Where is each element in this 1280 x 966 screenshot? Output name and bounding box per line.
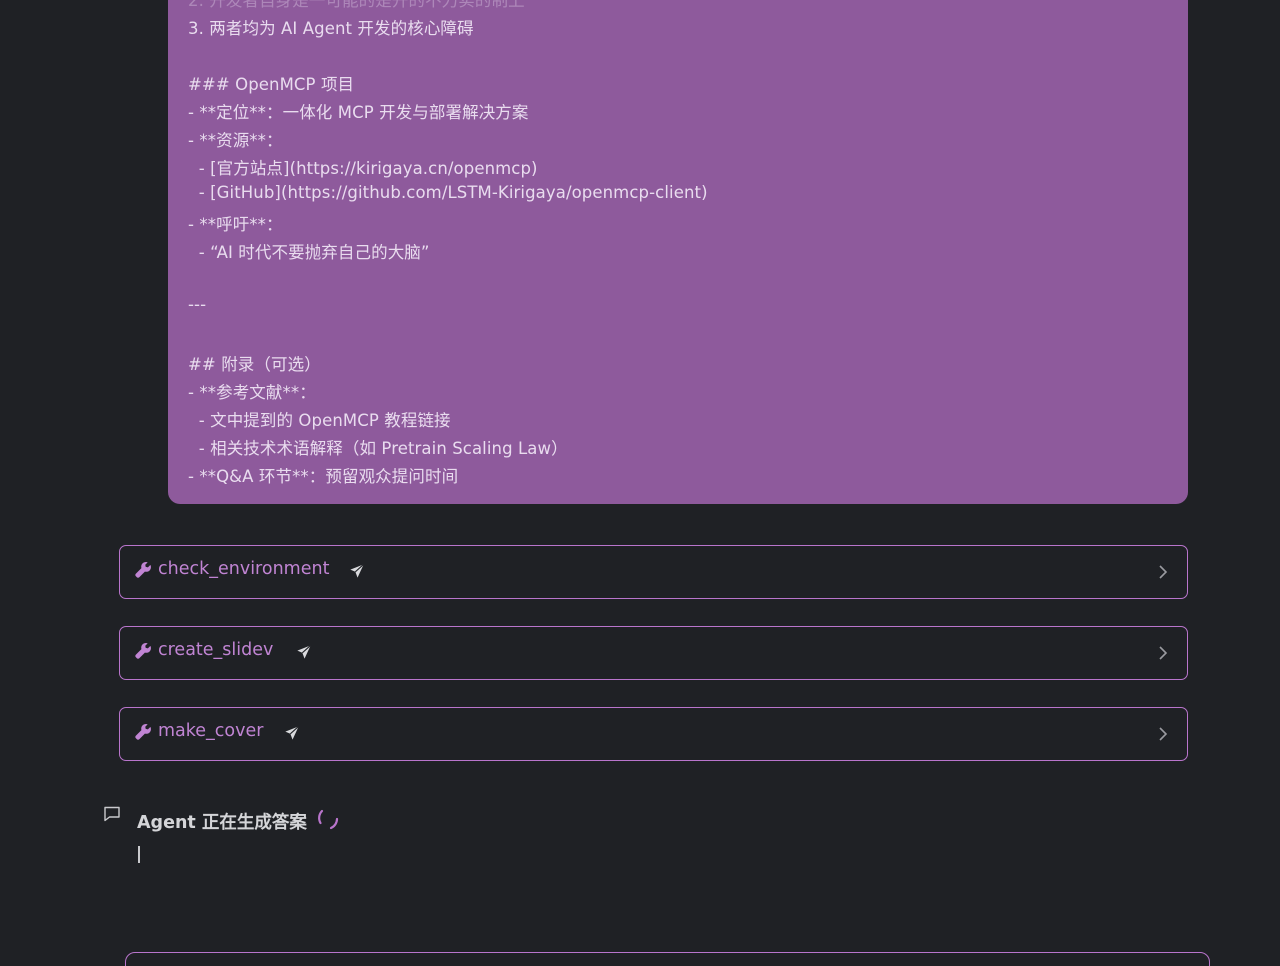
message-link-line: - [官方站点](https://kirigaya.cn/openmcp) bbox=[188, 159, 538, 178]
message-line: - **呼吁**： bbox=[188, 215, 283, 234]
wrench-icon bbox=[135, 724, 151, 740]
chevron-right-icon[interactable] bbox=[1157, 644, 1169, 662]
spinner-icon bbox=[318, 809, 339, 830]
chat-input[interactable] bbox=[125, 952, 1210, 966]
message-line: - **参考文献**： bbox=[188, 383, 316, 402]
tool-name: make_cover bbox=[158, 721, 264, 741]
tool-name: check_environment bbox=[158, 559, 330, 579]
wrench-icon bbox=[135, 643, 151, 659]
message-line: - **定位**：一体化 MCP 开发与部署解决方案 bbox=[188, 103, 529, 122]
agent-status-text: Agent 正在生成答案 bbox=[137, 813, 307, 833]
message-line: ### OpenMCP 项目 bbox=[188, 75, 355, 94]
message-icon bbox=[104, 806, 120, 822]
send-icon[interactable] bbox=[349, 563, 365, 579]
message-line: - **Q&A 环节**：预留观众提问时间 bbox=[188, 467, 459, 486]
user-message-bubble: 2. 开发者自身是一可能的是开的不力实的制上 3. 两者均为 AI Agent … bbox=[168, 0, 1188, 504]
chevron-right-icon[interactable] bbox=[1157, 725, 1169, 743]
send-icon[interactable] bbox=[284, 725, 300, 741]
tool-name: create_slidev bbox=[158, 640, 274, 660]
message-line: - “AI 时代不要抛弃自己的大脑” bbox=[188, 243, 430, 262]
text-cursor bbox=[138, 846, 140, 863]
tool-call-create-slidev[interactable]: create_slidev bbox=[119, 626, 1188, 680]
chevron-right-icon[interactable] bbox=[1157, 563, 1169, 581]
message-line: ## 附录（可选） bbox=[188, 355, 321, 374]
agent-response: Agent 正在生成答案 bbox=[100, 802, 700, 872]
wrench-icon bbox=[135, 562, 151, 578]
send-icon[interactable] bbox=[296, 644, 312, 660]
chat-page: 2. 开发者自身是一可能的是开的不力实的制上 3. 两者均为 AI Agent … bbox=[0, 0, 1280, 966]
tool-call-make-cover[interactable]: make_cover bbox=[119, 707, 1188, 761]
message-line: 3. 两者均为 AI Agent 开发的核心障碍 bbox=[188, 19, 474, 38]
message-line: - **资源**： bbox=[188, 131, 283, 150]
message-line: - 相关技术术语解释（如 Pretrain Scaling Law） bbox=[188, 439, 568, 458]
message-line: 2. 开发者自身是一可能的是开的不力实的制上 bbox=[188, 0, 525, 10]
tool-call-check-environment[interactable]: check_environment bbox=[119, 545, 1188, 599]
message-link-line: - [GitHub](https://github.com/LSTM-Kirig… bbox=[188, 183, 708, 202]
message-line: - 文中提到的 OpenMCP 教程链接 bbox=[188, 411, 451, 430]
message-line: --- bbox=[188, 295, 207, 314]
